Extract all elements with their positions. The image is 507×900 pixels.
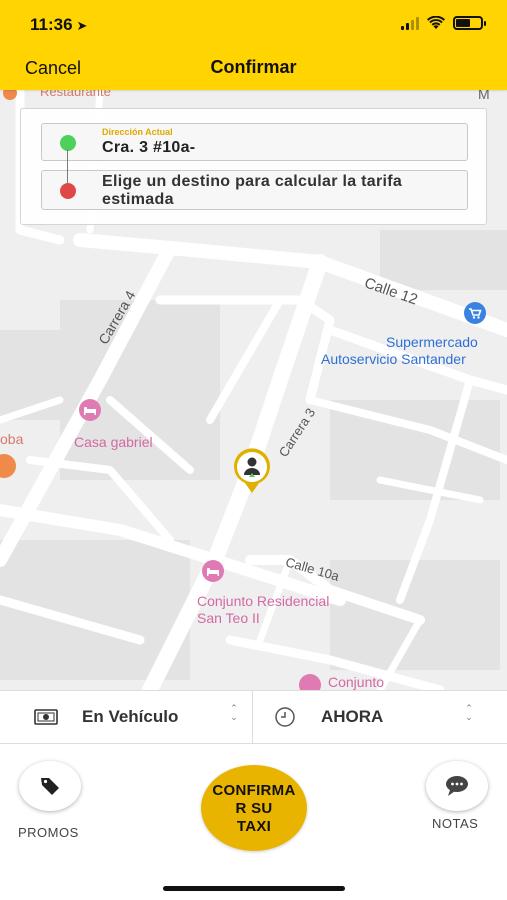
blue-cart-icon[interactable] (464, 302, 486, 324)
battery-icon (453, 16, 486, 30)
user-location-pin-icon[interactable] (231, 448, 273, 494)
pickup-time-selector[interactable]: AHORA ⌃ ⌄ (254, 691, 507, 743)
route-connector (67, 149, 68, 184)
wifi-icon (427, 16, 445, 29)
cash-icon (34, 709, 58, 725)
notes-label: NOTAS (432, 816, 479, 831)
page-title: Confirmar (210, 57, 297, 77)
current-address-field[interactable]: Dirección Actual Cra. 3 #10a- (41, 123, 468, 161)
bed-glyph-2 (207, 568, 219, 576)
address-card: Dirección Actual Cra. 3 #10a- Elige un d… (20, 108, 487, 225)
confirm-taxi-button[interactable]: CONFIRMA R SU TAXI (201, 765, 307, 851)
map-place-restaurante[interactable]: Restaurante (40, 90, 111, 99)
confirm-taxi-label: CONFIRMA R SU TAXI (212, 782, 296, 835)
chat-bubble-icon (446, 776, 468, 796)
chevron-updown-icon: ⌃ ⌄ (230, 703, 238, 722)
location-arrow-icon: ➤ (76, 18, 88, 33)
current-address-caption: Dirección Actual (102, 127, 173, 137)
notes-button[interactable] (426, 761, 488, 811)
bottom-actions: PROMOS CONFIRMA R SU TAXI NOTAS (0, 745, 507, 900)
status-time-text: 11:36 (30, 15, 73, 34)
pink-hotel-icon[interactable] (79, 399, 101, 421)
map-place-casa-gabriel[interactable]: Casa gabriel (74, 434, 153, 451)
battery-level (456, 19, 471, 27)
pickup-time-value: AHORA (321, 707, 384, 726)
current-address-value: Cra. 3 #10a- (102, 139, 196, 156)
chevron-updown-icon-2: ⌃ ⌄ (465, 703, 473, 722)
map-label-edge: M (478, 90, 490, 102)
cart-glyph (469, 308, 482, 319)
map-place-oba[interactable]: oba (0, 431, 23, 447)
destination-field[interactable]: Elige un destino para calcular la tarifa… (41, 170, 468, 210)
pink-hotel-icon-3[interactable] (299, 674, 321, 690)
promos-button[interactable] (19, 761, 81, 811)
promos-label: PROMOS (18, 825, 79, 840)
pink-hotel-icon-2[interactable] (202, 560, 224, 582)
payment-method-value: En Vehículo (82, 707, 179, 726)
status-icons (401, 16, 486, 30)
status-time: 11:36 ➤ (30, 15, 87, 35)
map-place-conjunto-residencial[interactable]: Conjunto Residencial (197, 593, 329, 610)
nav-bar: Cancel Confirmar (0, 46, 507, 90)
home-indicator (163, 886, 345, 891)
map-place-supermercado-line2[interactable]: Autoservicio Santander (321, 351, 466, 368)
ride-options-bar: En Vehículo ⌃ ⌄ AHORA ⌃ ⌄ (0, 690, 507, 744)
destination-placeholder: Elige un destino para calcular la tarifa… (102, 173, 403, 208)
map-place-supermercado[interactable]: Supermercado (386, 334, 478, 351)
status-bar: 11:36 ➤ (0, 0, 507, 46)
destination-dot-icon (60, 183, 76, 199)
map-place-conjunto[interactable]: Conjunto (328, 674, 384, 690)
clock-icon (275, 707, 295, 727)
map-place-conjunto-residencial-line2[interactable]: San Teo II (197, 610, 260, 627)
tag-icon (41, 778, 59, 795)
bed-glyph (84, 407, 96, 415)
top-header: 11:36 ➤ Cancel Confirmar (0, 0, 507, 90)
origin-dot-icon (60, 135, 76, 151)
cellular-signal-icon (401, 16, 419, 30)
payment-method-selector[interactable]: En Vehículo ⌃ ⌄ (0, 691, 253, 743)
